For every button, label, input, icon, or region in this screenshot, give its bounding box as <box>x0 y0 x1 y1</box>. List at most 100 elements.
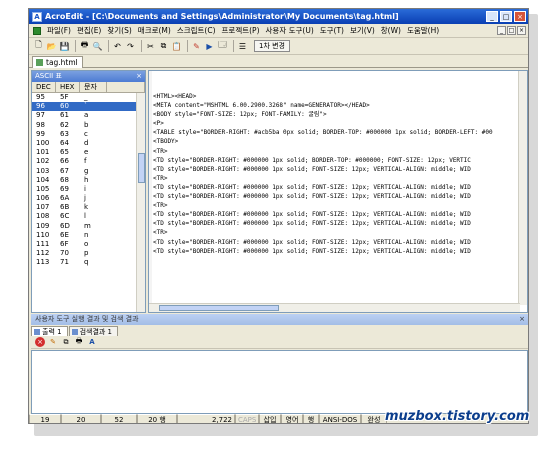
ascii-close-icon[interactable]: × <box>136 71 142 82</box>
undo-icon[interactable]: ↶ <box>112 41 123 52</box>
ascii-row[interactable]: 108 6C l <box>32 212 145 221</box>
column-header-char[interactable]: 문자 <box>80 82 107 92</box>
code-line[interactable]: <TD style="BORDER-RIGHT: #000000 1px sol… <box>153 165 493 174</box>
code-line[interactable]: <P> <box>153 119 493 128</box>
menu-file[interactable]: 파일(F) <box>44 25 74 36</box>
ascii-row[interactable]: 97 61 a <box>32 111 145 120</box>
marker-icon[interactable]: ✎ <box>191 41 202 52</box>
tab-search-results-1[interactable]: 검색결과 1 <box>68 326 119 336</box>
maximize-button[interactable]: □ <box>500 11 512 22</box>
ascii-dec-cell: 98 <box>36 120 45 129</box>
ascii-row[interactable]: 98 62 b <box>32 121 145 130</box>
code-text[interactable]: <HTML><HEAD> <META content="MSHTML 6.00.2… <box>153 92 493 256</box>
menu-macro[interactable]: 매크로(M) <box>135 25 174 36</box>
menu-bar: 파일(F) 편집(E) 찾기(S) 매크로(M) 스크립트(C) 프로젝트(P)… <box>29 24 528 38</box>
ascii-row[interactable]: 111 6F o <box>32 240 145 249</box>
run-icon[interactable]: ▶ <box>204 41 215 52</box>
minimize-button[interactable]: _ <box>486 11 498 22</box>
ascii-row[interactable]: 106 6A j <box>32 194 145 203</box>
code-line[interactable]: <HTML><HEAD> <box>153 92 493 101</box>
code-line[interactable]: <TR> <box>153 201 493 210</box>
status-insert-mode[interactable]: 삽입 <box>259 414 281 423</box>
font-icon[interactable]: A <box>87 337 97 347</box>
ascii-dec-cell: 100 <box>36 138 50 147</box>
code-line[interactable]: <BODY style="FONT-SIZE: 12px; FONT-FAMIL… <box>153 110 493 119</box>
menu-edit[interactable]: 편집(E) <box>74 25 104 36</box>
close-button[interactable]: × <box>514 11 526 22</box>
ascii-row[interactable]: 113 71 q <box>32 258 145 267</box>
menu-find[interactable]: 찾기(S) <box>104 25 134 36</box>
ascii-scrollbar[interactable] <box>136 93 145 312</box>
ascii-hex-cell: 65 <box>60 148 69 157</box>
output-area[interactable] <box>31 350 528 414</box>
code-line[interactable]: <TABLE style="BORDER-RIGHT: #acb5ba 0px … <box>153 128 493 137</box>
menu-window[interactable]: 창(W) <box>378 25 404 36</box>
clear-icon[interactable]: ✎ <box>48 337 58 347</box>
doc-minimize-button[interactable]: _ <box>497 26 506 35</box>
ascii-char-cell: q <box>84 258 89 267</box>
new-file-icon[interactable]: 🗋 <box>33 40 44 52</box>
ascii-row[interactable]: 96 60 ` <box>32 102 145 112</box>
code-line[interactable]: <TD style="BORDER-RIGHT: #000000 1px sol… <box>153 156 493 165</box>
ascii-row[interactable]: 104 68 h <box>32 176 145 185</box>
doc-close-button[interactable]: × <box>517 26 526 35</box>
ascii-row[interactable]: 107 6B k <box>32 203 145 212</box>
stop-icon[interactable]: × <box>35 337 45 347</box>
column-header-hex[interactable]: HEX <box>56 82 80 92</box>
code-line[interactable]: <TD style="BORDER-RIGHT: #000000 1px sol… <box>153 238 493 247</box>
output-panel-header: 사용자 도구 실행 결과 및 검색 결과 × <box>31 314 528 325</box>
ascii-row[interactable]: 105 69 i <box>32 185 145 194</box>
ascii-row[interactable]: 112 70 p <box>32 249 145 258</box>
copy-output-icon[interactable]: ⧉ <box>61 337 71 347</box>
save-output-icon[interactable]: 🖶 <box>74 337 84 347</box>
redo-icon[interactable]: ↷ <box>125 41 136 52</box>
code-line[interactable]: <TD style="BORDER-RIGHT: #000000 1px sol… <box>153 219 493 228</box>
column-header-dec[interactable]: DEC <box>32 82 56 92</box>
menu-project[interactable]: 프로젝트(P) <box>219 25 263 36</box>
code-line[interactable]: <TD style="BORDER-RIGHT: #000000 1px sol… <box>153 247 493 256</box>
ascii-row[interactable]: 103 67 g <box>32 167 145 176</box>
save-icon[interactable]: 💾 <box>59 41 70 52</box>
output-close-icon[interactable]: × <box>519 314 525 325</box>
code-line[interactable]: <TR> <box>153 147 493 156</box>
list-icon[interactable]: ☰ <box>237 41 248 52</box>
ascii-row[interactable]: 99 63 c <box>32 130 145 139</box>
ascii-dec-cell: 97 <box>36 111 45 120</box>
tab-output-1[interactable]: 출력 1 <box>31 326 68 336</box>
copy-icon[interactable]: ⧉ <box>158 41 169 52</box>
print-icon[interactable]: 🖶 <box>79 40 90 52</box>
ascii-scroll-thumb[interactable] <box>138 153 145 183</box>
code-line[interactable]: <TR> <box>153 174 493 183</box>
code-editor[interactable]: <HTML><HEAD> <META content="MSHTML 6.00.2… <box>148 70 528 313</box>
menu-help[interactable]: 도움말(H) <box>404 25 442 36</box>
ascii-row[interactable]: 110 6E n <box>32 231 145 240</box>
menu-user-tools[interactable]: 사용자 도구(U) <box>263 25 317 36</box>
menu-tools[interactable]: 도구(T) <box>317 25 347 36</box>
editor-horizontal-scrollbar[interactable] <box>149 303 520 312</box>
ascii-row[interactable]: 109 6D m <box>32 222 145 231</box>
cut-icon[interactable]: ✂ <box>145 41 156 52</box>
menu-script[interactable]: 스크립트(C) <box>174 25 219 36</box>
paste-icon[interactable]: 📋 <box>171 41 182 52</box>
open-folder-icon[interactable]: 📂 <box>46 41 57 52</box>
ascii-row[interactable]: 100 64 d <box>32 139 145 148</box>
ascii-row[interactable]: 102 66 f <box>32 157 145 166</box>
file-tab[interactable]: tag.html <box>32 56 83 68</box>
ascii-row[interactable]: 95 5F _ <box>32 93 145 102</box>
code-line[interactable]: <META content="MSHTML 6.00.2900.3268" na… <box>153 101 493 110</box>
browser-icon[interactable]: 🗔 <box>217 40 228 52</box>
ascii-row[interactable]: 101 65 e <box>32 148 145 157</box>
code-line[interactable]: <TD style="BORDER-RIGHT: #000000 1px sol… <box>153 192 493 201</box>
code-line[interactable]: <TD style="BORDER-RIGHT: #000000 1px sol… <box>153 210 493 219</box>
status-encoding[interactable]: ANSI-DOS <box>319 414 361 423</box>
editor-vertical-scrollbar[interactable] <box>518 71 527 305</box>
menu-view[interactable]: 보기(V) <box>347 25 378 36</box>
doc-restore-button[interactable]: □ <box>507 26 516 35</box>
print-preview-icon[interactable]: 🔍 <box>92 41 103 52</box>
document-icon <box>33 26 41 35</box>
code-line[interactable]: <TBODY> <box>153 137 493 146</box>
code-line[interactable]: <TD style="BORDER-RIGHT: #000000 1px sol… <box>153 183 493 192</box>
editor-h-scroll-thumb[interactable] <box>159 305 279 311</box>
first-change-button[interactable]: 1차 변경 <box>254 40 290 52</box>
code-line[interactable]: <TR> <box>153 228 493 237</box>
